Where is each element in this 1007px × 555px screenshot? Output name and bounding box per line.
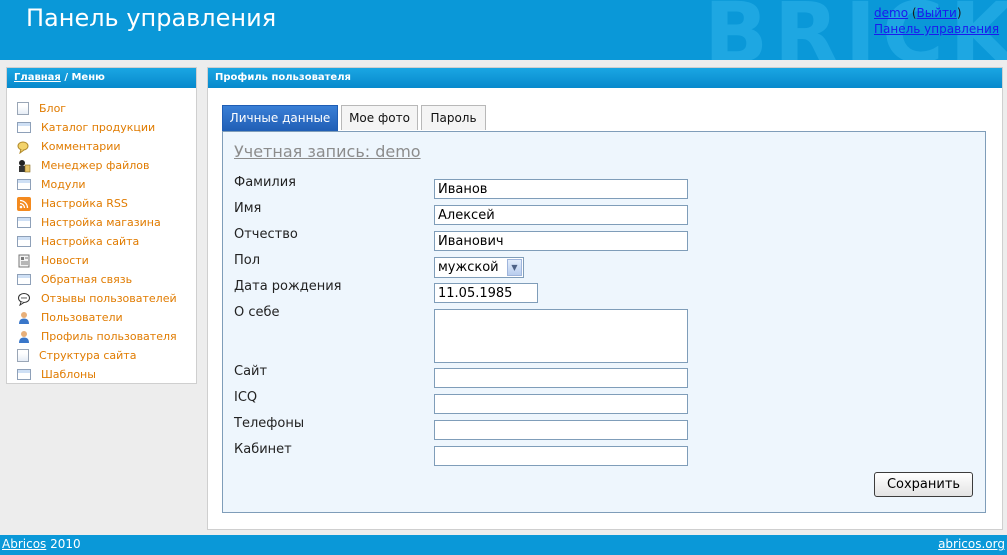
firstname-field[interactable] (434, 205, 688, 225)
chevron-down-icon[interactable]: ▼ (507, 259, 522, 276)
document-icon (17, 349, 29, 362)
tab-personal-data[interactable]: Личные данные (222, 105, 338, 132)
sidebar-item-label: Каталог продукции (41, 121, 156, 134)
sidebar-item-templates[interactable]: Шаблоны (17, 365, 196, 384)
sidebar-item-comments[interactable]: Комментарии (17, 137, 196, 156)
paren-open: ( (908, 6, 917, 20)
sidebar-item-label: Настройка сайта (41, 235, 140, 248)
comments-icon (17, 140, 31, 154)
sidebar-item-label: Комментарии (41, 140, 121, 153)
tab-password[interactable]: Пароль (421, 105, 486, 130)
logout-link[interactable]: Выйти (917, 6, 957, 20)
file-manager-icon (17, 159, 31, 173)
copyright-year: 2010 (46, 537, 81, 551)
phones-label: Телефоны (234, 416, 305, 431)
icq-label: ICQ (234, 390, 258, 405)
office-label: Кабинет (234, 442, 292, 457)
user-icon (17, 330, 31, 344)
phones-field[interactable] (434, 420, 688, 440)
office-field[interactable] (434, 446, 688, 466)
sidebar-item-user-profile[interactable]: Профиль пользователя (17, 327, 196, 346)
sidebar-item-site-structure[interactable]: Структура сайта (17, 346, 196, 365)
window-icon (17, 217, 31, 228)
user-icon (17, 311, 31, 325)
gender-label: Пол (234, 253, 261, 268)
tab-my-photo[interactable]: Мое фото (341, 105, 418, 130)
sidebar-item-label: Пользователи (41, 311, 123, 324)
sidebar-item-site-settings[interactable]: Настройка сайта (17, 232, 196, 251)
middlename-label: Отчество (234, 227, 298, 242)
user-name-link[interactable]: demo (874, 6, 908, 20)
sidebar-item-label: Отзывы пользователей (41, 292, 177, 305)
gender-select-value: мужской (438, 260, 499, 275)
sidebar-item-blog[interactable]: Блог (17, 99, 196, 118)
sidebar-header: Главная / Меню (7, 68, 196, 88)
firstname-label: Имя (234, 201, 262, 216)
panel-title: Профиль пользователя (208, 68, 1002, 88)
sidebar-item-label: Новости (41, 254, 89, 267)
site-label: Сайт (234, 364, 268, 379)
sidebar-item-catalog[interactable]: Каталог продукции (17, 118, 196, 137)
sidebar-item-label: Обратная связь (41, 273, 133, 286)
lastname-field[interactable] (434, 179, 688, 199)
sidebar-item-rss[interactable]: Настройка RSS (17, 194, 196, 213)
breadcrumb-separator: / (60, 72, 72, 83)
sidebar-item-label: Модули (41, 178, 86, 191)
about-label: О себе (234, 305, 280, 320)
breadcrumb-current: Меню (71, 72, 105, 83)
abricos-org-link[interactable]: abricos.org (938, 537, 1005, 551)
sidebar-item-label: Блог (39, 102, 67, 115)
sidebar-item-shop-settings[interactable]: Настройка магазина (17, 213, 196, 232)
save-button[interactable]: Сохранить (874, 472, 973, 497)
sidebar-item-label: Профиль пользователя (41, 330, 177, 343)
sidebar-item-modules[interactable]: Модули (17, 175, 196, 194)
user-links: demo (Выйти) Панель управления (874, 5, 999, 37)
sidebar-item-file-manager[interactable]: Менеджер файлов (17, 156, 196, 175)
gender-select[interactable]: мужской ▼ (434, 257, 524, 278)
paren-close: ) (956, 6, 962, 20)
sidebar-item-feedback[interactable]: Обратная связь (17, 270, 196, 289)
sidebar-item-label: Структура сайта (39, 349, 137, 362)
rss-icon (17, 196, 31, 211)
account-title: Учетная запись: demo (234, 142, 421, 161)
personal-data-form: Учетная запись: demo Фамилия Имя Отчеств… (222, 131, 986, 513)
icq-field[interactable] (434, 394, 688, 414)
breadcrumb-home-link[interactable]: Главная (14, 72, 61, 83)
about-textarea[interactable] (434, 309, 688, 363)
lastname-label: Фамилия (234, 175, 296, 190)
abricos-link[interactable]: Abricos (2, 537, 46, 551)
footer-bar: Abricos 2010 abricos.org (0, 535, 1007, 555)
window-icon (17, 369, 31, 380)
sidebar-item-user-reviews[interactable]: Отзывы пользователей (17, 289, 196, 308)
control-panel-link[interactable]: Панель управления (874, 22, 999, 36)
header-bar: BRICK Панель управления demo (Выйти) Пан… (0, 0, 1007, 60)
sidebar-item-users[interactable]: Пользователи (17, 308, 196, 327)
sidebar-item-news[interactable]: Новости (17, 251, 196, 270)
blog-icon (17, 102, 29, 115)
menu-list: Блог Каталог продукции Комментарии Менед… (7, 88, 196, 384)
birthdate-label: Дата рождения (234, 279, 342, 294)
birthdate-field[interactable] (434, 283, 538, 303)
sidebar-item-label: Шаблоны (41, 368, 96, 381)
sidebar-item-label: Настройка магазина (41, 216, 161, 229)
window-icon (17, 274, 31, 285)
sidebar-menu: Главная / Меню Блог Каталог продукции Ко… (6, 67, 197, 384)
sidebar-item-label: Менеджер файлов (41, 159, 150, 172)
site-field[interactable] (434, 368, 688, 388)
middlename-field[interactable] (434, 231, 688, 251)
news-icon (17, 254, 31, 268)
feedback-icon (17, 292, 31, 306)
sidebar-item-label: Настройка RSS (41, 197, 128, 210)
user-profile-panel: Профиль пользователя Личные данные Мое ф… (207, 67, 1003, 530)
page-title: Панель управления (26, 4, 277, 32)
window-icon (17, 179, 31, 190)
window-icon (17, 236, 31, 247)
window-icon (17, 122, 31, 133)
